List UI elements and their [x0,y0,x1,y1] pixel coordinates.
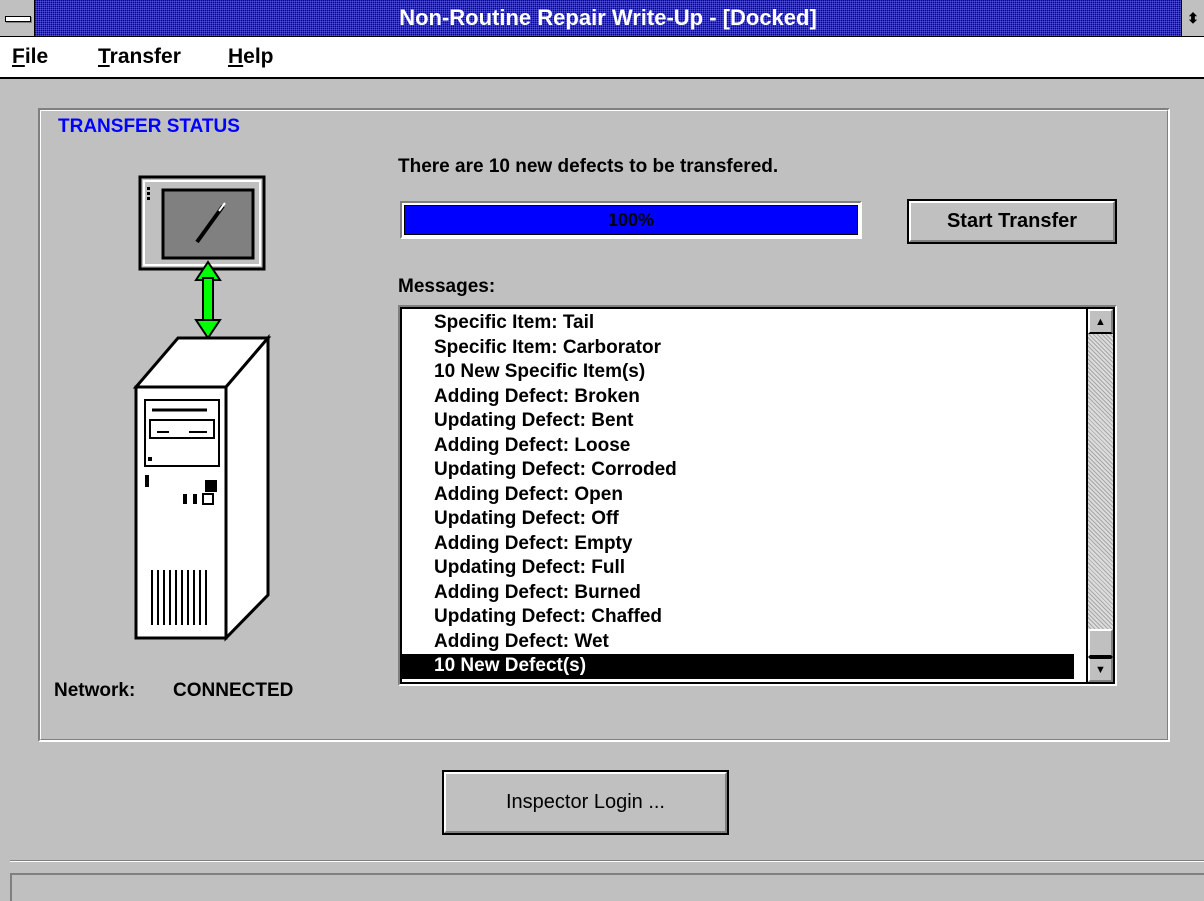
list-item[interactable]: Updating Defect: Full [402,556,1074,581]
menu-transfer-rest: ransfer [109,45,181,68]
list-item[interactable]: Adding Defect: Broken [402,385,1074,410]
list-item[interactable]: Updating Defect: Chaffed [402,605,1074,630]
system-menu-button[interactable] [0,0,35,36]
menu-transfer[interactable]: Transfer [98,45,181,69]
scroll-up-button[interactable]: ▲ [1088,309,1113,334]
list-item[interactable]: Adding Defect: Burned [402,581,1074,606]
arrow-up-icon: ▲ [1095,315,1106,328]
list-item[interactable]: 10 New Specific Item(s) [402,360,1074,385]
messages-list: Specific Item: Tail Specific Item: Carbor… [402,311,1074,679]
network-label: Network: [54,680,136,701]
handheld-terminal-icon [138,175,266,271]
list-item[interactable]: Updating Defect: Corroded [402,458,1074,483]
list-item[interactable]: Adding Defect: Open [402,483,1074,508]
restore-icon: ⬍ [1187,9,1199,26]
transfer-progress-bar: 100% [400,201,862,239]
scroll-down-button[interactable]: ▼ [1088,657,1113,682]
server-tower-icon [132,333,272,642]
menu-help-rest: elp [243,45,274,68]
menu-bar: File Transfer Help [0,37,1204,79]
list-item[interactable]: Specific Item: Tail [402,311,1074,336]
start-transfer-label: Start Transfer [946,210,1078,232]
menu-help-mnemonic: H [228,45,244,68]
connection-illustration [132,175,272,642]
messages-scrollbar[interactable]: ▲ ▼ [1086,309,1113,682]
list-item[interactable]: Adding Defect: Empty [402,532,1074,557]
network-status: CONNECTED [173,680,294,701]
status-bar [10,873,1204,901]
start-transfer-button[interactable]: Start Transfer [907,199,1117,244]
title-bar[interactable]: Non-Routine Repair Write-Up - [Docked] ⬍ [0,0,1204,37]
progress-label: 100% [607,209,655,230]
menu-file-mnemonic: F [12,45,25,68]
double-arrow-icon [194,260,222,340]
menu-file-rest: ile [24,45,49,68]
inspector-login-button[interactable]: Inspector Login ... [442,770,729,835]
list-item[interactable]: Adding Defect: Wet [402,630,1074,655]
list-item[interactable]: Specific Item: Carborator [402,336,1074,361]
system-menu-icon [5,16,31,22]
list-item[interactable]: Updating Defect: Bent [402,409,1074,434]
list-item[interactable]: 10 New Defect(s) [402,654,1074,679]
inspector-login-label: Inspector Login ... [506,791,665,813]
menu-transfer-mnemonic: T [98,45,110,68]
list-item[interactable]: Adding Defect: Loose [402,434,1074,459]
list-item[interactable]: Updating Defect: Off [402,507,1074,532]
scroll-thumb[interactable] [1088,629,1113,657]
group-title: TRANSFER STATUS [58,116,240,137]
separator [10,860,1204,862]
window-title: Non-Routine Repair Write-Up - [Docked] [399,5,817,30]
arrow-down-icon: ▼ [1095,663,1106,676]
restore-button[interactable]: ⬍ [1181,0,1204,36]
messages-listbox-frame: Specific Item: Tail Specific Item: Carbor… [400,307,1115,684]
menu-file[interactable]: File [12,45,48,69]
messages-listbox[interactable]: Specific Item: Tail Specific Item: Carbor… [398,305,1117,686]
messages-label: Messages: [398,276,496,297]
menu-help[interactable]: Help [228,45,274,69]
transfer-status-message: There are 10 new defects to be transfere… [398,156,779,177]
